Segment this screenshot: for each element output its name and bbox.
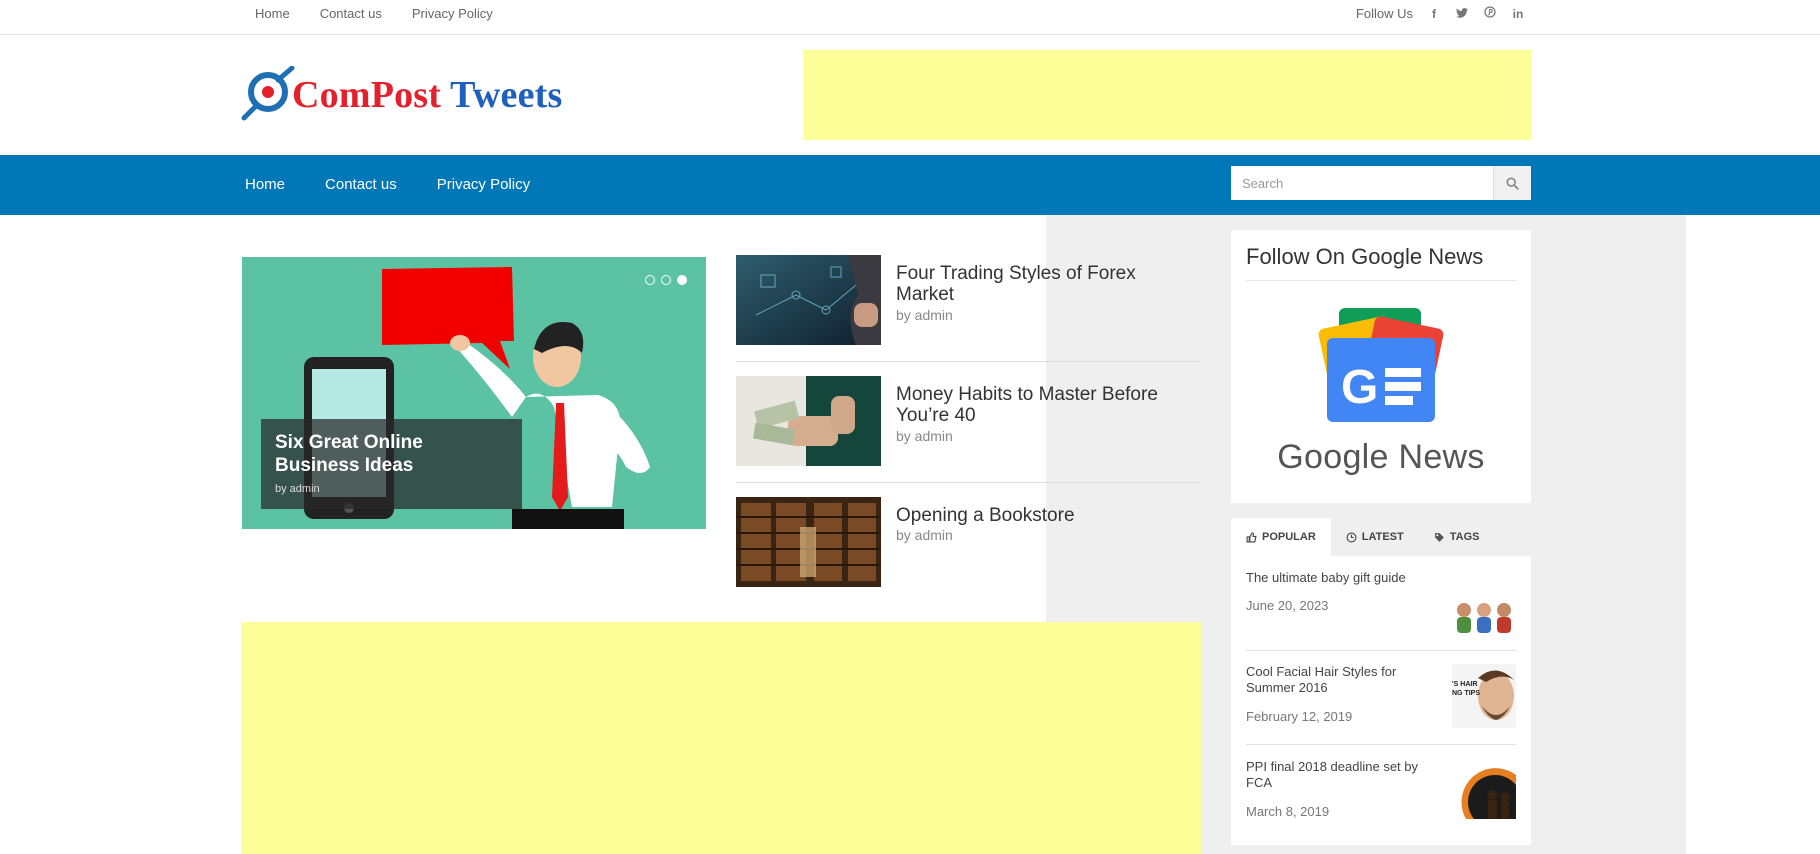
widget-title: Follow On Google News — [1246, 244, 1516, 281]
post-thumbnail[interactable] — [736, 255, 881, 345]
header-ad-banner[interactable] — [803, 50, 1531, 140]
clock-icon — [1346, 532, 1357, 542]
sidebar-tabs: POPULAR LATEST TAGS — [1231, 518, 1531, 556]
top-bar: Home Contact us Privacy Policy Follow Us… — [0, 0, 1820, 35]
top-nav-home[interactable]: Home — [255, 6, 290, 21]
slider-dot-1[interactable] — [645, 275, 655, 285]
tab-tags[interactable]: TAGS — [1419, 518, 1495, 556]
site-logo[interactable]: ComPost Tweets — [240, 66, 585, 122]
follow-us-label: Follow Us — [1355, 6, 1413, 21]
slide-title[interactable]: Six Great Online Business Ideas — [275, 431, 508, 477]
search-box — [1231, 166, 1531, 200]
thumbs-up-icon — [1246, 532, 1257, 542]
linkedin-icon[interactable]: in — [1511, 7, 1525, 21]
main-nav-home[interactable]: Home — [245, 176, 285, 193]
top-nav-contact[interactable]: Contact us — [320, 6, 382, 21]
logo-target-icon — [241, 66, 295, 121]
slider-dot-2[interactable] — [661, 275, 671, 285]
tag-icon — [1434, 532, 1444, 542]
google-news-icon[interactable]: G — [1311, 308, 1451, 426]
popular-post-date: February 12, 2019 — [1246, 709, 1353, 724]
popular-post-thumbnail[interactable]: 'S HAIR NG TIPS — [1452, 664, 1516, 728]
divider — [736, 482, 1200, 483]
tab-popular[interactable]: POPULAR — [1231, 518, 1331, 556]
twitter-icon[interactable] — [1455, 7, 1469, 21]
post-title[interactable]: Opening a Bookstore — [896, 505, 1196, 526]
google-news-logo-text: Google News — [1277, 438, 1485, 476]
svg-text:G: G — [1341, 361, 1378, 414]
tab-latest[interactable]: LATEST — [1331, 518, 1419, 556]
search-button[interactable] — [1493, 166, 1531, 200]
logo-text-tweets: Tweets — [450, 74, 563, 116]
tab-label: POPULAR — [1262, 531, 1316, 543]
popular-post-item: Cool Facial Hair Styles for Summer 2016 … — [1246, 664, 1516, 744]
svg-text:'S HAIR: 'S HAIR — [1452, 681, 1477, 688]
top-nav-privacy[interactable]: Privacy Policy — [412, 6, 493, 21]
post-title[interactable]: Money Habits to Master Before You’re 40 — [896, 384, 1196, 426]
search-input[interactable] — [1231, 166, 1493, 200]
popular-post-item: The ultimate baby gift guide June 20, 20… — [1246, 570, 1516, 650]
popular-post-title[interactable]: The ultimate baby gift guide — [1246, 570, 1436, 586]
popular-post-thumbnail[interactable] — [1452, 759, 1516, 823]
facebook-icon[interactable]: f — [1427, 7, 1441, 21]
post-title[interactable]: Four Trading Styles of Forex Market — [896, 263, 1196, 305]
slider-dots — [645, 275, 687, 285]
post-author: by admin — [896, 428, 953, 444]
featured-slider[interactable]: Six Great Online Business Ideas by admin — [242, 257, 706, 529]
tab-label: LATEST — [1361, 531, 1404, 543]
popular-post-date: March 8, 2019 — [1246, 804, 1330, 819]
tab-label: TAGS — [1449, 531, 1480, 543]
popular-post-date: June 20, 2023 — [1246, 598, 1329, 613]
popular-post-item: PPI final 2018 deadline set by FCA March… — [1246, 759, 1516, 839]
post-item: Opening a Bookstore by admin — [736, 497, 1200, 607]
main-nav-privacy[interactable]: Privacy Policy — [437, 176, 530, 193]
popular-post-title[interactable]: PPI final 2018 deadline set by FCA — [1246, 759, 1436, 791]
pinterest-icon[interactable] — [1483, 6, 1497, 21]
slider-dot-3[interactable] — [677, 275, 687, 285]
divider — [1246, 650, 1516, 651]
divider — [736, 361, 1200, 362]
logo-text-compost: ComPost — [292, 74, 442, 116]
search-icon — [1506, 176, 1519, 190]
svg-text:NG TIPS: NG TIPS — [1452, 690, 1480, 697]
post-thumbnail[interactable] — [736, 497, 881, 587]
follow-us: Follow Us f in — [1356, 6, 1525, 21]
main-nav-links: Home Contact us Privacy Policy — [245, 176, 530, 193]
post-item: Four Trading Styles of Forex Market by a… — [736, 255, 1200, 365]
post-author: by admin — [896, 307, 953, 323]
popular-post-thumbnail[interactable] — [1452, 582, 1516, 646]
google-news-widget: Follow On Google News G Google News — [1231, 230, 1531, 503]
main-nav-contact[interactable]: Contact us — [325, 176, 397, 193]
slide-author: by admin — [275, 483, 320, 495]
divider — [1246, 744, 1516, 745]
content-ad-banner[interactable] — [241, 622, 1201, 854]
post-thumbnail[interactable] — [736, 376, 881, 466]
logo-text: ComPost Tweets — [292, 73, 563, 117]
post-item: Money Habits to Master Before You’re 40 … — [736, 376, 1200, 486]
slide-caption: Six Great Online Business Ideas by admin — [261, 419, 522, 509]
post-author: by admin — [896, 527, 953, 543]
top-nav: Home Contact us Privacy Policy — [255, 6, 493, 21]
popular-post-title[interactable]: Cool Facial Hair Styles for Summer 2016 — [1246, 664, 1436, 696]
popular-posts-panel: The ultimate baby gift guide June 20, 20… — [1231, 556, 1531, 845]
main-nav: Home Contact us Privacy Policy — [0, 155, 1820, 215]
